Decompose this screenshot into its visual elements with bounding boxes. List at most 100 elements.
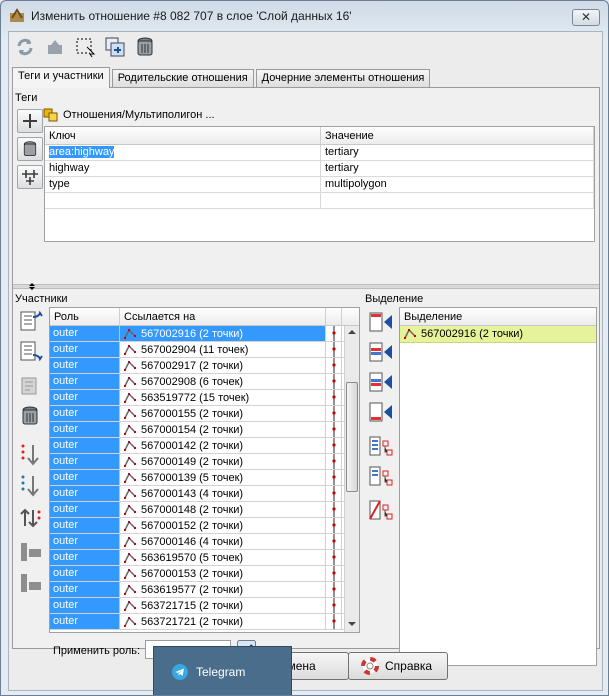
tag-key-cell[interactable]: type	[45, 177, 321, 192]
preset-link[interactable]: Отношения/Мультиполигон ...	[43, 108, 215, 122]
member-row[interactable]: outer 567000139 (5 точек)	[50, 470, 359, 486]
member-role-cell[interactable]: outer	[50, 438, 120, 453]
download-members-button[interactable]	[19, 541, 43, 566]
member-ref-cell[interactable]: 563721715 (2 точки)	[120, 598, 326, 613]
move-member-up-button[interactable]	[19, 473, 43, 502]
select-primitives-button[interactable]	[368, 465, 394, 492]
member-row[interactable]: outer 567000154 (2 точки)	[50, 422, 359, 438]
add-selected-before-button[interactable]	[368, 341, 394, 366]
member-role-cell[interactable]: outer	[50, 454, 120, 469]
members-scrollbar[interactable]	[344, 326, 359, 632]
member-ref-cell[interactable]: 567002908 (6 точек)	[120, 374, 326, 389]
title-bar[interactable]: Изменить отношение #8 082 707 в слое 'Сл…	[1, 1, 608, 31]
member-role-cell[interactable]: outer	[50, 486, 120, 501]
selection-row[interactable]: 567002916 (2 точки)	[400, 326, 596, 343]
delete-relation-button[interactable]	[133, 35, 157, 59]
remove-member-button[interactable]	[19, 405, 41, 430]
member-role-cell[interactable]: outer	[50, 582, 120, 597]
table-row[interactable]: area:highway tertiary	[45, 145, 594, 161]
member-row[interactable]: outer 563519772 (15 точек)	[50, 390, 359, 406]
member-role-cell[interactable]: outer	[50, 550, 120, 565]
member-role-cell[interactable]: outer	[50, 374, 120, 389]
tag-value-cell[interactable]: tertiary	[321, 145, 594, 160]
remove-selected-button[interactable]	[368, 499, 394, 526]
add-selected-last-button[interactable]	[368, 401, 394, 426]
move-member-down-button[interactable]	[19, 442, 43, 471]
table-row[interactable]: type multipolygon	[45, 177, 594, 193]
member-ref-cell[interactable]: 567000152 (2 точки)	[120, 518, 326, 533]
member-role-cell[interactable]: outer	[50, 390, 120, 405]
member-row[interactable]: outer 563619577 (2 точки)	[50, 582, 359, 598]
edit-member-button[interactable]	[19, 375, 41, 400]
member-row[interactable]: outer 567000149 (2 точки)	[50, 454, 359, 470]
member-ref-cell[interactable]: 567000155 (2 точки)	[120, 406, 326, 421]
member-ref-cell[interactable]: 567002916 (2 точки)	[120, 326, 326, 341]
member-role-cell[interactable]: outer	[50, 326, 120, 341]
table-row-empty[interactable]	[45, 193, 594, 209]
splitter-arrows-icon[interactable]	[27, 282, 41, 290]
tags-members-splitter[interactable]	[13, 284, 599, 289]
member-ref-cell[interactable]: 567002904 (11 точек)	[120, 342, 326, 357]
member-ref-cell[interactable]: 567002917 (2 точки)	[120, 358, 326, 373]
member-ref-cell[interactable]: 567000142 (2 точки)	[120, 438, 326, 453]
tag-key-cell[interactable]: area:highway	[49, 146, 115, 158]
member-role-cell[interactable]: outer	[50, 518, 120, 533]
member-row[interactable]: outer 567000153 (2 точки)	[50, 566, 359, 582]
member-ref-cell[interactable]: 563619570 (5 точек)	[120, 550, 326, 565]
member-role-cell[interactable]: outer	[50, 342, 120, 357]
member-row[interactable]: outer 567000142 (2 точки)	[50, 438, 359, 454]
member-role-cell[interactable]: outer	[50, 422, 120, 437]
add-tag-button[interactable]	[17, 109, 43, 133]
member-row[interactable]: outer 567000146 (4 точки)	[50, 534, 359, 550]
member-row[interactable]: outer 567002917 (2 точки)	[50, 358, 359, 374]
member-row[interactable]: outer 563721715 (2 точки)	[50, 598, 359, 614]
member-ref-cell[interactable]: 567000149 (2 точки)	[120, 454, 326, 469]
sort-members-button[interactable]	[19, 506, 43, 533]
member-role-cell[interactable]: outer	[50, 598, 120, 613]
column-header-selection[interactable]: Выделение	[400, 308, 596, 325]
add-selected-first-button[interactable]	[368, 311, 394, 336]
paste-tags-button[interactable]	[17, 165, 43, 189]
member-role-cell[interactable]: outer	[50, 614, 120, 629]
member-ref-cell[interactable]: 563619577 (2 точки)	[120, 582, 326, 597]
member-ref-cell[interactable]: 567000148 (2 точки)	[120, 502, 326, 517]
member-row[interactable]: outer 563721721 (2 точки)	[50, 614, 359, 630]
scrollbar-thumb[interactable]	[346, 382, 358, 492]
member-row[interactable]: outer 567002904 (11 точек)	[50, 342, 359, 358]
table-row[interactable]: highway tertiary	[45, 161, 594, 177]
member-row[interactable]: outer 567002908 (6 точек)	[50, 374, 359, 390]
telegram-taskbar-popup[interactable]: Telegram	[153, 646, 292, 695]
member-ref-cell[interactable]: 563721721 (2 точки)	[120, 614, 326, 629]
member-role-cell[interactable]: outer	[50, 406, 120, 421]
member-row[interactable]: outer 567002916 (2 точки)	[50, 326, 359, 342]
column-header-value[interactable]: Значение	[321, 127, 594, 144]
duplicate-relation-button[interactable]	[103, 35, 127, 59]
member-role-cell[interactable]: outer	[50, 358, 120, 373]
download-incomplete-button[interactable]	[19, 572, 43, 597]
member-role-cell[interactable]: outer	[50, 502, 120, 517]
member-ref-cell[interactable]: 563519772 (15 точек)	[120, 390, 326, 405]
tag-value-cell[interactable]: tertiary	[321, 161, 594, 176]
member-ref-cell[interactable]: 567000154 (2 точки)	[120, 422, 326, 437]
help-button[interactable]: Справка	[348, 652, 448, 680]
member-row[interactable]: outer 567000152 (2 точки)	[50, 518, 359, 534]
member-ref-cell[interactable]: 567000143 (4 точки)	[120, 486, 326, 501]
member-ref-cell[interactable]: 567000139 (5 точек)	[120, 470, 326, 485]
member-row[interactable]: outer 567000155 (2 точки)	[50, 406, 359, 422]
tag-key-cell[interactable]: highway	[45, 161, 321, 176]
select-members-button[interactable]	[368, 435, 394, 462]
add-selected-after-button[interactable]	[368, 371, 394, 396]
member-role-cell[interactable]: outer	[50, 566, 120, 581]
member-row[interactable]: outer 567000143 (4 точки)	[50, 486, 359, 502]
column-header-refers-to[interactable]: Ссылается на	[120, 308, 326, 325]
member-ref-cell[interactable]: 567000153 (2 точки)	[120, 566, 326, 581]
member-ref-cell[interactable]: 567000146 (4 точки)	[120, 534, 326, 549]
member-role-cell[interactable]: outer	[50, 470, 120, 485]
tab-child-relations[interactable]: Дочерние элементы отношения	[255, 69, 431, 88]
member-role-cell[interactable]: outer	[50, 534, 120, 549]
member-row[interactable]: outer 567000148 (2 точки)	[50, 502, 359, 518]
tab-tags-members[interactable]: Теги и участники	[12, 67, 110, 88]
column-header-role[interactable]: Роль	[50, 308, 120, 325]
select-relation-button[interactable]	[73, 35, 97, 59]
delete-tag-button[interactable]	[17, 137, 43, 161]
